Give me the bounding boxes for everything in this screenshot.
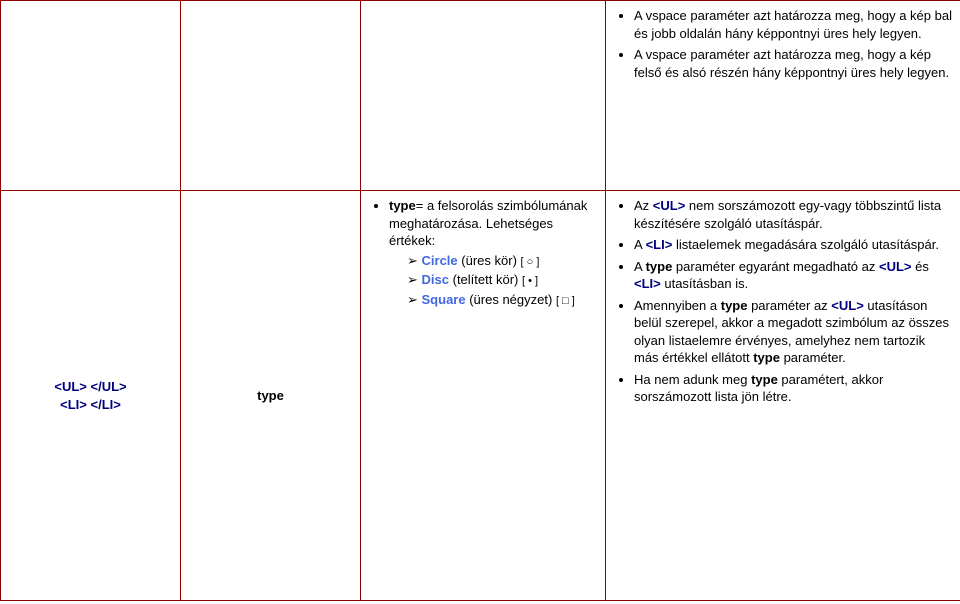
arrow-list: Circle (üres kör) [ ○ ] Disc (telített k…	[389, 252, 597, 310]
bullet-list: A vspace paraméter azt határozza meg, ho…	[614, 7, 952, 81]
cell-r2c4: Az <UL> nem sorszámozott egy-vagy többsz…	[606, 191, 960, 601]
list-item: Circle (üres kör) [ ○ ]	[407, 252, 597, 270]
list-item: Disc (telített kör) [ • ]	[407, 271, 597, 289]
list-item: A vspace paraméter azt határozza meg, ho…	[634, 7, 952, 42]
cell-r1c2	[181, 1, 361, 191]
cell-r2c3: type= a felsorolás szimbólumának meghatá…	[361, 191, 606, 601]
bullet-list: Az <UL> nem sorszámozott egy-vagy többsz…	[614, 197, 952, 406]
tag-li: <LI> </LI>	[60, 396, 121, 414]
cell-r2c2: type	[181, 191, 361, 601]
list-item: Az <UL> nem sorszámozott egy-vagy többsz…	[634, 197, 952, 232]
list-item: Ha nem adunk meg type paramétert, akkor …	[634, 371, 952, 406]
cell-r2c1: <UL> </UL> <LI> </LI>	[1, 191, 181, 601]
param-name: type	[257, 387, 284, 405]
list-item: A vspace paraméter azt határozza meg, ho…	[634, 46, 952, 81]
list-item: Square (üres négyzet) [ □ ]	[407, 291, 597, 309]
table-row: A vspace paraméter azt határozza meg, ho…	[1, 1, 960, 191]
list-item: type= a felsorolás szimbólumának meghatá…	[389, 197, 597, 309]
bullet-list: type= a felsorolás szimbólumának meghatá…	[369, 197, 597, 309]
cell-r1c1	[1, 1, 181, 191]
document-table: A vspace paraméter azt határozza meg, ho…	[0, 0, 960, 601]
list-item: A <LI> listaelemek megadására szolgáló u…	[634, 236, 952, 254]
table-row: <UL> </UL> <LI> </LI> type type= a felso…	[1, 191, 960, 601]
tag-ul: <UL> </UL>	[54, 378, 126, 396]
cell-r1c4: A vspace paraméter azt határozza meg, ho…	[606, 1, 960, 191]
list-item: Amennyiben a type paraméter az <UL> utas…	[634, 297, 952, 367]
cell-r1c3	[361, 1, 606, 191]
list-item: A type paraméter egyaránt megadható az <…	[634, 258, 952, 293]
